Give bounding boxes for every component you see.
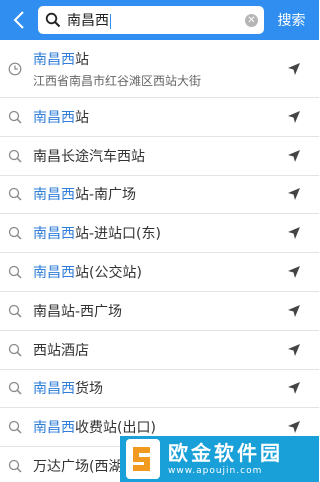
- chevron-left-icon: [13, 11, 24, 29]
- result-highlight: 南昌西: [33, 265, 75, 282]
- search-icon: [8, 459, 22, 473]
- result-title-rest: 万达广场(西湖: [33, 459, 123, 476]
- search-input[interactable]: 南昌西 ✕: [38, 6, 264, 34]
- navigate-arrow-icon[interactable]: [287, 420, 301, 434]
- watermark-title: 欧金软件园: [168, 441, 283, 465]
- watermark-url: www.apoujin.com: [168, 466, 263, 476]
- navigate-arrow-icon[interactable]: [287, 187, 301, 201]
- result-title: 南昌西站-进站口(东): [33, 223, 319, 243]
- navigate-arrow-icon[interactable]: [287, 62, 301, 76]
- search-icon: [8, 382, 22, 395]
- navigate-arrow-icon[interactable]: [287, 149, 301, 163]
- result-row[interactable]: 南昌站-西广场: [0, 292, 319, 331]
- back-button[interactable]: [0, 0, 38, 40]
- result-row[interactable]: 南昌西货场: [0, 370, 319, 409]
- navigate-arrow-icon[interactable]: [287, 304, 301, 318]
- result-row[interactable]: 南昌长途汽车西站: [0, 137, 319, 176]
- result-title: 西站酒店: [33, 340, 319, 360]
- result-highlight: 南昌西: [33, 381, 75, 398]
- result-title: 南昌西站-南广场: [33, 184, 319, 204]
- search-icon: [8, 188, 22, 202]
- result-title: 南昌站-西广场: [33, 301, 319, 321]
- result-title-rest: 站: [75, 51, 89, 68]
- watermark-logo: [126, 439, 160, 479]
- result-title: 南昌西收费站(出口): [33, 417, 319, 437]
- clock-icon: [8, 62, 22, 75]
- result-row[interactable]: 西站酒店: [0, 331, 319, 370]
- search-icon: [8, 304, 22, 318]
- result-title: 南昌西站: [33, 49, 319, 69]
- result-title: 南昌西站(公交站): [33, 262, 319, 282]
- search-icon: [8, 343, 22, 357]
- result-title: 南昌西站: [33, 107, 319, 127]
- result-row[interactable]: 南昌西站-南广场: [0, 176, 319, 215]
- search-icon: [8, 227, 22, 240]
- result-row[interactable]: 南昌西站江西省南昌市红谷滩区西站大街: [0, 40, 319, 98]
- clear-icon[interactable]: ✕: [245, 13, 258, 27]
- result-title-rest: 南昌长途汽车西站: [33, 148, 145, 165]
- result-row[interactable]: 南昌西站-进站口(东): [0, 214, 319, 254]
- result-list: 南昌西站 江西省南昌市红谷滩区西站大街 南昌西站 南昌长途汽车西站 南昌西站-南广场 南昌…: [0, 40, 319, 482]
- text-caret: [110, 13, 111, 29]
- result-title-rest: 站: [75, 109, 89, 126]
- result-title-rest: 收费站(出口): [75, 420, 156, 437]
- result-title-rest: 西站酒店: [33, 342, 89, 359]
- result-highlight: 南昌西: [33, 226, 75, 243]
- result-highlight: 南昌西: [33, 51, 75, 68]
- search-icon: [8, 421, 22, 434]
- watermark: 欧金软件园 www.apoujin.com: [120, 436, 319, 482]
- navigate-arrow-icon[interactable]: [287, 110, 301, 124]
- search-icon: [8, 265, 22, 279]
- result-row[interactable]: 南昌西站: [0, 98, 319, 137]
- search-icon: [45, 12, 61, 28]
- result-title-rest: 站(公交站): [75, 265, 142, 282]
- search-icon: [8, 110, 22, 124]
- result-title-rest: 南昌站-西广场: [33, 303, 123, 320]
- result-title-rest: 站-进站口(东): [75, 226, 161, 243]
- navigate-arrow-icon[interactable]: [287, 381, 301, 395]
- top-bar: 南昌西 ✕ 搜索: [0, 0, 319, 40]
- result-highlight: 南昌西: [33, 109, 75, 126]
- search-button[interactable]: 搜索: [264, 10, 319, 30]
- result-title: 南昌长途汽车西站: [33, 146, 319, 166]
- result-row[interactable]: 南昌西站(公交站): [0, 253, 319, 292]
- search-query[interactable]: 南昌西: [67, 10, 245, 30]
- result-highlight: 南昌西: [33, 420, 75, 437]
- navigate-arrow-icon[interactable]: [287, 265, 301, 279]
- result-highlight: 南昌西: [33, 187, 75, 204]
- navigate-arrow-icon[interactable]: [287, 226, 301, 240]
- result-address: 江西省南昌市红谷滩区西站大街: [33, 73, 202, 88]
- navigate-arrow-icon[interactable]: [287, 343, 301, 357]
- result-title-rest: 货场: [75, 381, 103, 398]
- result-title-rest: 站-南广场: [75, 187, 137, 204]
- search-icon: [8, 149, 22, 163]
- result-title: 南昌西货场: [33, 378, 319, 398]
